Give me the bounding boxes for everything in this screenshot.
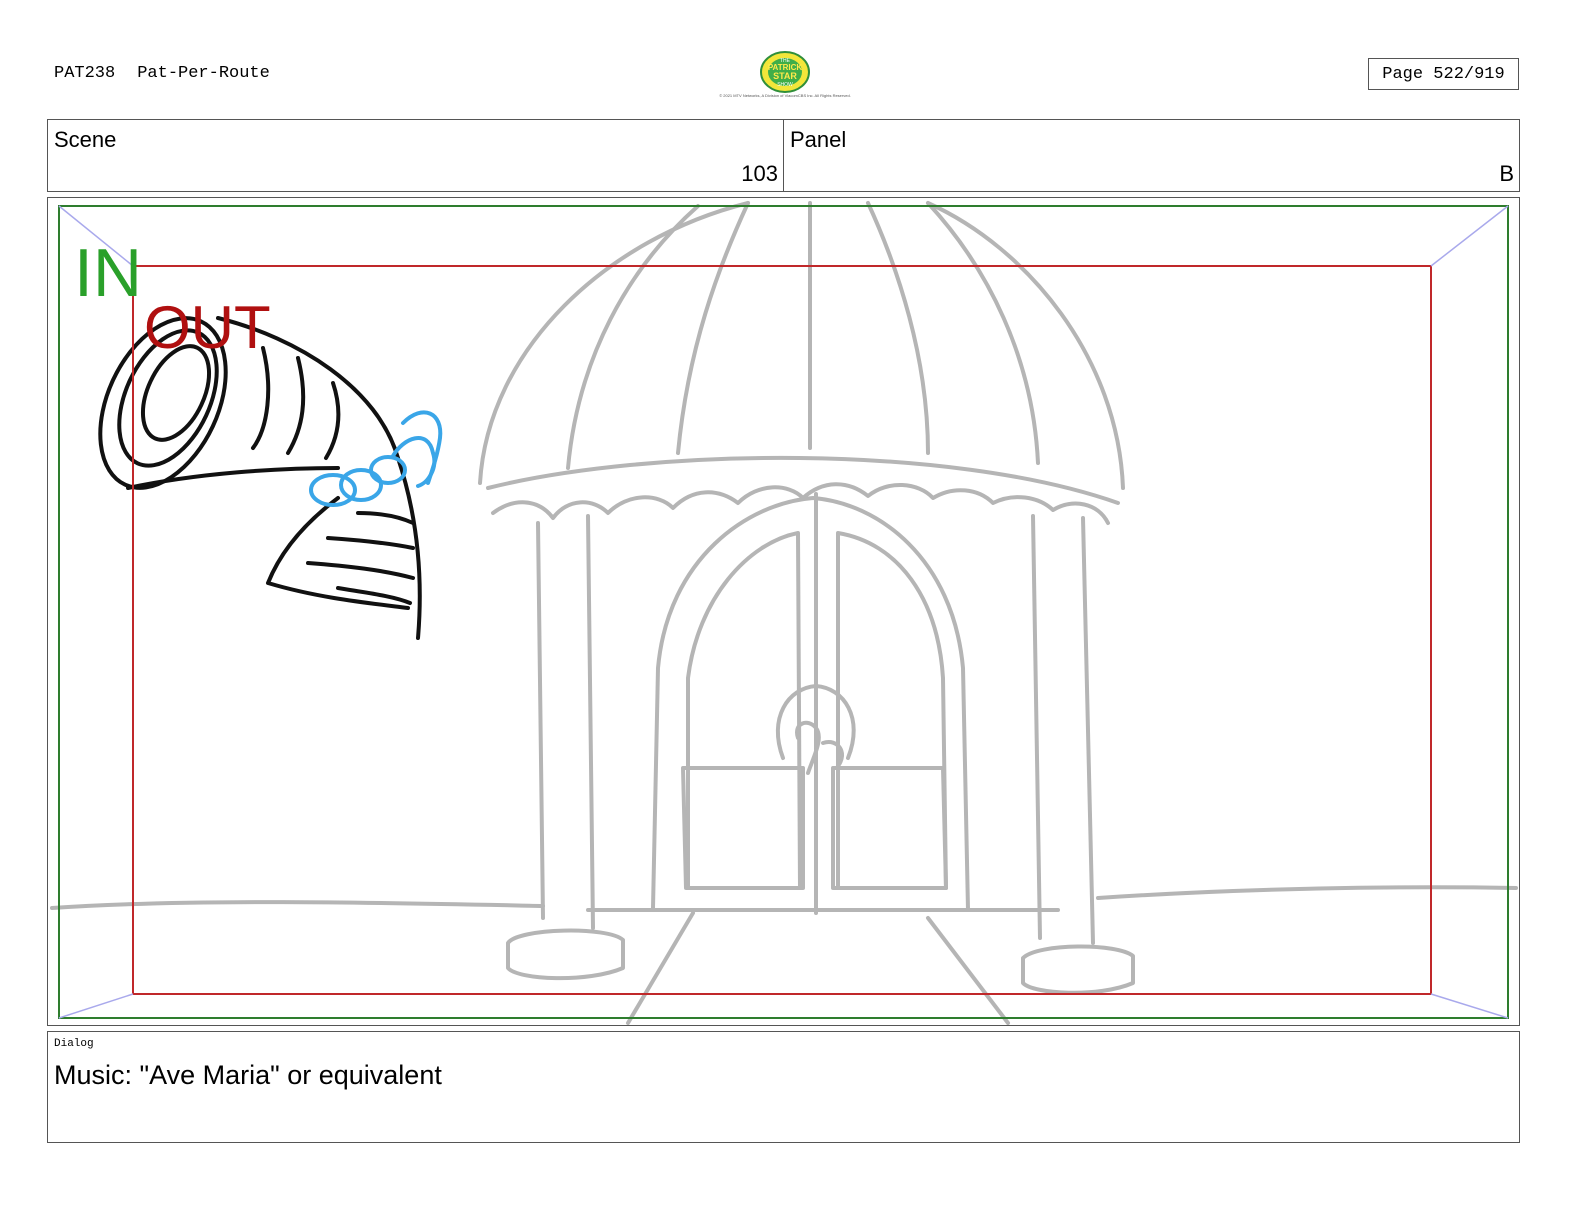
logo-line-4: SHOW [777, 82, 793, 88]
panel-letter: B [1499, 161, 1514, 186]
page-number: Page 522/919 [1368, 58, 1519, 90]
episode-header: PAT238 Pat-Per-Route [54, 64, 292, 83]
logo-copyright: © 2021 MTV Networks, A Division of Viaco… [719, 93, 851, 98]
scene-cell: Scene 103 [48, 120, 783, 191]
scene-number: 103 [741, 161, 778, 186]
frame-out-label: OUT [144, 294, 271, 361]
scene-label: Scene [54, 127, 117, 152]
character-sketch [309, 410, 443, 507]
frame-in-label: IN [74, 235, 142, 311]
episode-title: Pat-Per-Route [137, 64, 270, 83]
pavilion-sketch [50, 201, 1518, 1025]
dialog-label: Dialog [54, 1038, 94, 1050]
panel-drawing: IN OUT [50, 201, 1518, 1025]
scene-panel-info: Scene 103 Panel B [47, 119, 1520, 192]
camera-guides [58, 205, 1509, 1019]
episode-code: PAT238 [54, 64, 116, 83]
panel-cell: Panel B [783, 120, 1519, 191]
logo-line-3: STAR [773, 71, 797, 81]
storyboard-panel: IN OUT [47, 197, 1520, 1026]
panel-label: Panel [790, 127, 847, 152]
dialog-box: Dialog Music: "Ave Maria" or equivalent [47, 1031, 1520, 1143]
dialog-text: Music: "Ave Maria" or equivalent [54, 1060, 442, 1090]
